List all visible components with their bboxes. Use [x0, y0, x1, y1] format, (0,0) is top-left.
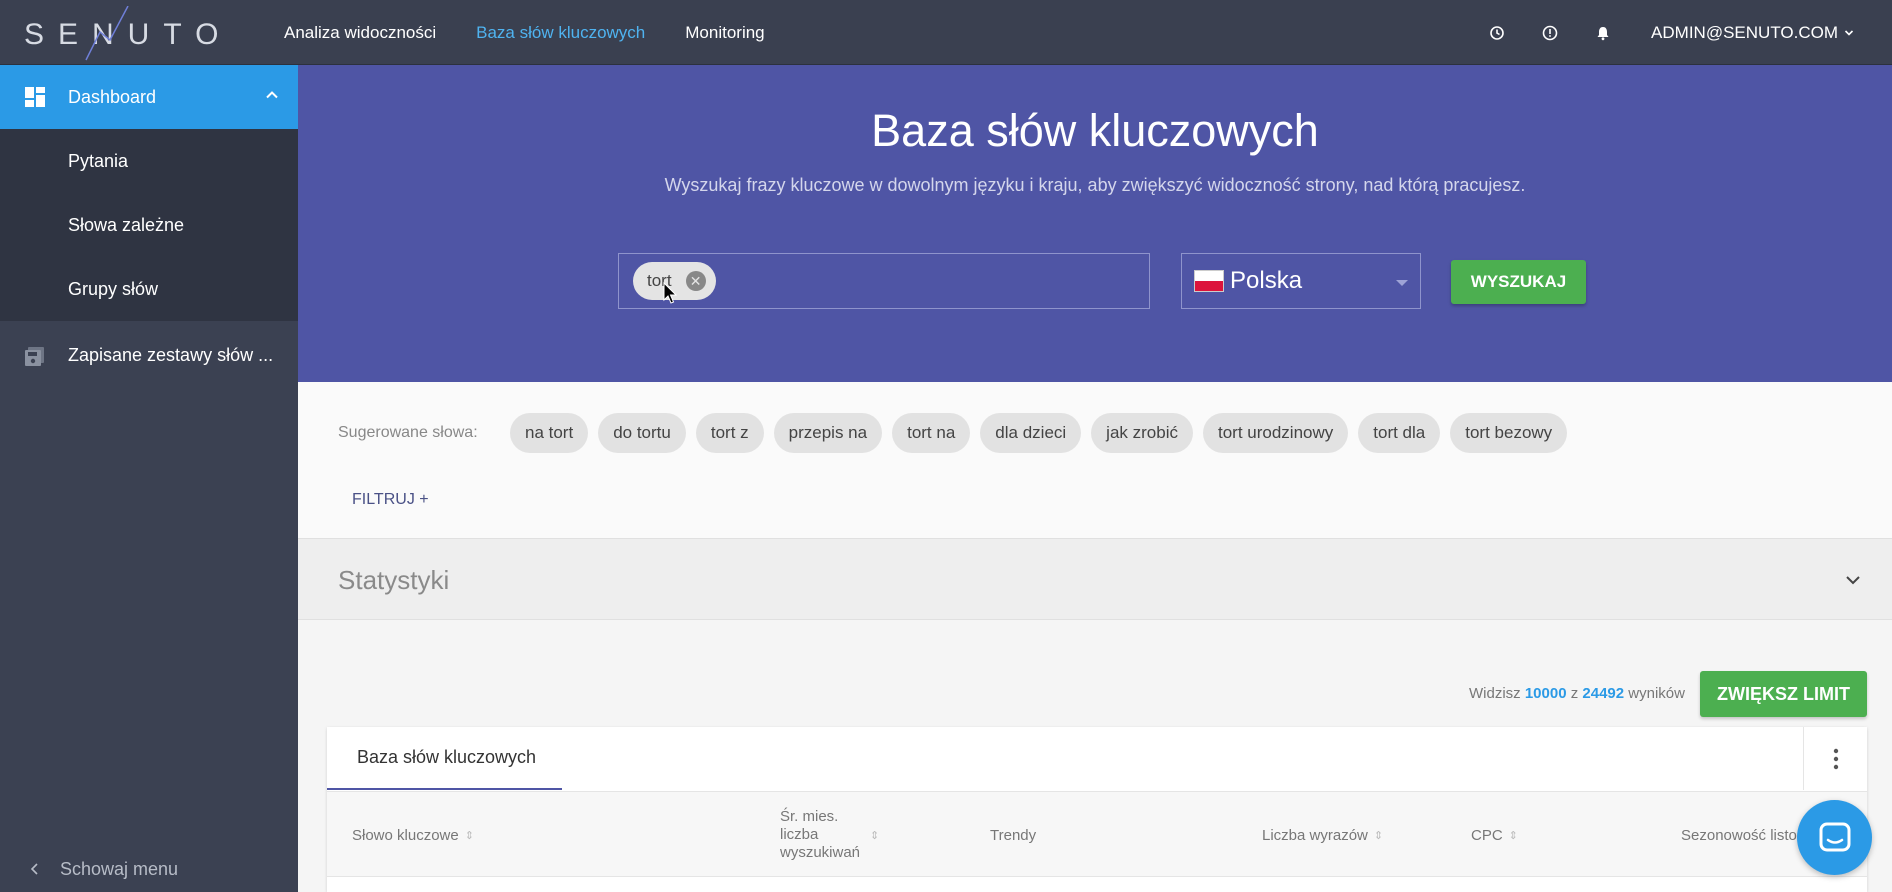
- mouse-cursor-icon: [663, 282, 678, 304]
- save-icon: [25, 347, 44, 366]
- column-label: Liczba wyrazów: [1262, 826, 1368, 844]
- suggestion-chip[interactable]: tort dla: [1358, 413, 1441, 453]
- top-bar: SENUTO Analiza widoczności Baza słów klu…: [0, 0, 1892, 65]
- keyword-table-card: Baza słów kluczowych Słowo kluczowe ⇕ Śr.…: [327, 727, 1867, 892]
- suggestion-chip[interactable]: jak zrobić: [1091, 413, 1193, 453]
- column-label: Trendy: [990, 826, 1037, 844]
- top-nav: Analiza widoczności Baza słów kluczowych…: [284, 0, 765, 65]
- results-count: Widzisz 10000 z 24492 wyników: [1469, 685, 1685, 702]
- hero-section: Baza słów kluczowych Wyszukaj frazy kluc…: [298, 65, 1892, 382]
- statistics-panel[interactable]: Statystyki: [298, 538, 1892, 620]
- sidebar-item-label: Dashboard: [68, 86, 157, 107]
- caret-down-icon: [1396, 280, 1408, 286]
- logo-mark-icon: [85, 6, 129, 61]
- suggestion-chip[interactable]: przepis na: [773, 413, 883, 453]
- column-label: Słowo kluczowe: [352, 826, 459, 844]
- statistics-title: Statystyki: [338, 565, 450, 595]
- sort-icon: ⇕: [870, 829, 880, 842]
- column-trends: Trendy: [990, 792, 1036, 878]
- chevron-down-icon[interactable]: [1844, 571, 1862, 589]
- table-header: Słowo kluczowe ⇕ Śr. mies. liczba wyszuki…: [327, 791, 1867, 877]
- sort-icon: ⇕: [464, 829, 474, 842]
- collapse-menu-label: Schowaj menu: [60, 858, 179, 879]
- column-label: CPC: [1471, 826, 1503, 844]
- tab-keyword-database[interactable]: Baza słów kluczowych: [327, 727, 562, 790]
- sidebar-item-saved-sets[interactable]: Zapisane zestawy słów ...: [0, 321, 298, 389]
- suggestion-chip[interactable]: tort na: [892, 413, 971, 453]
- suggestion-chip[interactable]: tort urodzinowy: [1202, 413, 1349, 453]
- top-right-controls: ADMIN@SENUTO.COM: [1456, 0, 1854, 65]
- column-seasonality[interactable]: Sezonowość listo: [1681, 792, 1797, 878]
- sidebar-item-dashboard[interactable]: Dashboard: [0, 65, 298, 129]
- sidebar-item-grupy-slow[interactable]: Grupy słów: [0, 257, 298, 321]
- sidebar-item-pytania[interactable]: Pytania: [0, 129, 298, 193]
- poland-flag-icon: [1194, 270, 1224, 292]
- collapse-menu-button[interactable]: Schowaj menu: [0, 846, 298, 892]
- results-mid: z: [1570, 685, 1579, 702]
- suggested-words-list: na tort do tortu tort z przepis na tort …: [510, 413, 1568, 453]
- chevron-up-icon[interactable]: [264, 87, 280, 103]
- sidebar-item-slowa-zalezne[interactable]: Słowa zależne: [0, 193, 298, 257]
- increase-limit-button[interactable]: ZWIĘKSZ LIMIT: [1700, 671, 1867, 717]
- nav-analiza[interactable]: Analiza widoczności: [284, 23, 436, 43]
- sort-icon: ⇕: [1508, 829, 1518, 842]
- user-menu[interactable]: ADMIN@SENUTO.COM: [1651, 23, 1854, 43]
- column-avg-searches[interactable]: Śr. mies. liczba wyszukiwań ⇕: [780, 792, 879, 878]
- suggestion-chip[interactable]: dla dzieci: [980, 413, 1082, 453]
- results-total: 24492: [1582, 685, 1625, 702]
- keyword-search-input[interactable]: tort ✕: [618, 253, 1150, 309]
- more-options-button[interactable]: [1803, 727, 1867, 790]
- kebab-menu-icon: [1833, 748, 1838, 769]
- suggested-words-section: Sugerowane słowa: na tort do tortu tort …: [298, 382, 1892, 538]
- chevron-down-icon: [1844, 29, 1854, 36]
- country-name: Polska: [1230, 267, 1303, 294]
- sidebar: Dashboard Pytania Słowa zależne Grupy sł…: [0, 65, 298, 892]
- suggestion-chip[interactable]: tort bezowy: [1450, 413, 1568, 453]
- dashboard-icon: [25, 87, 45, 107]
- suggested-words-label: Sugerowane słowa:: [338, 424, 478, 441]
- close-icon[interactable]: ✕: [685, 271, 706, 291]
- results-shown: 10000: [1524, 685, 1567, 702]
- suggestion-chip[interactable]: na tort: [510, 413, 589, 453]
- results-suffix: wyników: [1628, 685, 1685, 702]
- column-keyword[interactable]: Słowo kluczowe ⇕: [352, 792, 474, 878]
- column-cpc[interactable]: CPC ⇕: [1471, 792, 1518, 878]
- page-subtitle: Wyszukaj frazy kluczowe w dowolnym język…: [664, 175, 1526, 195]
- chat-widget-button[interactable]: [1797, 800, 1872, 875]
- suggestion-chip[interactable]: do tortu: [598, 413, 686, 453]
- history-icon[interactable]: [1485, 21, 1509, 45]
- nav-baza-slow[interactable]: Baza słów kluczowych: [476, 23, 645, 43]
- bell-icon[interactable]: [1591, 21, 1615, 45]
- results-prefix: Widzisz: [1469, 685, 1521, 702]
- country-select[interactable]: Polska: [1181, 253, 1421, 309]
- suggestion-chip[interactable]: tort z: [695, 413, 764, 453]
- user-email: ADMIN@SENUTO.COM: [1651, 22, 1838, 42]
- column-label: Sezonowość listo: [1681, 826, 1797, 844]
- filter-button[interactable]: FILTRUJ +: [352, 491, 429, 509]
- sort-icon: ⇕: [1373, 829, 1384, 842]
- column-word-count[interactable]: Liczba wyrazów ⇕: [1262, 792, 1383, 878]
- column-label: Śr. mies. liczba wyszukiwań: [780, 808, 861, 861]
- sidebar-submenu: Pytania Słowa zależne Grupy słów: [0, 129, 298, 321]
- senuto-logo[interactable]: SENUTO: [24, 6, 218, 61]
- sidebar-item-label: Zapisane zestawy słów ...: [68, 344, 274, 365]
- chevron-left-icon: [30, 863, 38, 875]
- search-button[interactable]: WYSZUKAJ: [1451, 260, 1586, 304]
- page-title: Baza słów kluczowych: [871, 105, 1319, 156]
- chat-icon: [1819, 822, 1850, 851]
- info-icon[interactable]: [1538, 21, 1562, 45]
- nav-monitoring[interactable]: Monitoring: [685, 23, 764, 43]
